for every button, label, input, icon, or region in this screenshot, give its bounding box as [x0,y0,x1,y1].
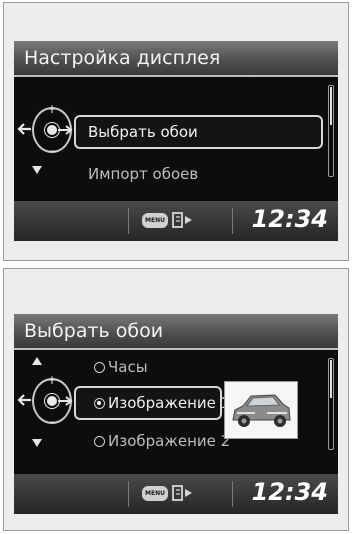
page-title: Выбрать обои [14,314,338,350]
car-thumbnail-icon [224,381,298,439]
scrollbar[interactable] [328,358,334,450]
option-label: Часы [108,358,148,376]
scrollbar[interactable] [328,85,334,177]
bottom-bar: MENU 12:34 [14,474,338,514]
scroll-thumb[interactable] [330,87,332,125]
car-image [232,394,291,427]
minus-icon: − [48,415,59,429]
menu-item-import-wallpaper[interactable]: Импорт обоев [88,165,198,183]
menu-item-label: Выбрать обои [88,123,198,141]
scroll-thumb[interactable] [330,360,332,398]
dial-center-icon [44,122,60,138]
clock: 12:34 [251,205,328,233]
radio-checked-icon[interactable] [94,398,105,409]
plus-icon: + [47,102,58,116]
page-title: Настройка дисплея [14,41,338,77]
divider [128,481,129,507]
plus-icon: + [47,373,58,387]
exit-icon[interactable] [172,485,194,501]
exit-icon[interactable] [172,212,194,228]
dial-center-icon [44,393,60,409]
bottom-bar: MENU 12:34 [14,201,338,241]
divider [232,481,233,507]
divider [128,208,129,234]
up-arrow-icon[interactable] [32,356,42,366]
display-settings-panel: Настройка дисплея + − Выбрать обои Импор… [3,2,349,261]
menu-icon[interactable]: MENU [142,213,168,228]
arrow-right-icon [58,396,73,406]
option-image-2[interactable]: Изображение 2 [94,432,230,450]
minus-icon: − [48,144,59,158]
radio-unchecked-icon[interactable] [94,362,105,373]
menu-icon[interactable]: MENU [142,486,168,501]
down-arrow-icon[interactable] [32,165,42,175]
option-clock[interactable]: Часы [94,358,148,376]
select-wallpaper-panel: Выбрать обои + − Часы Изображение 1 Изоб… [3,268,349,531]
radio-unchecked-icon[interactable] [94,436,105,447]
down-arrow-icon[interactable] [32,438,42,448]
divider [232,208,233,234]
option-image-1[interactable]: Изображение 1 [94,394,230,412]
clock: 12:34 [251,478,328,506]
arrow-right-icon [58,125,73,135]
display-settings-screen: Настройка дисплея + − Выбрать обои Импор… [14,41,338,241]
option-label: Изображение 2 [108,432,231,450]
select-wallpaper-screen: Выбрать обои + − Часы Изображение 1 Изоб… [14,314,338,514]
option-label: Изображение 1 [108,394,231,412]
